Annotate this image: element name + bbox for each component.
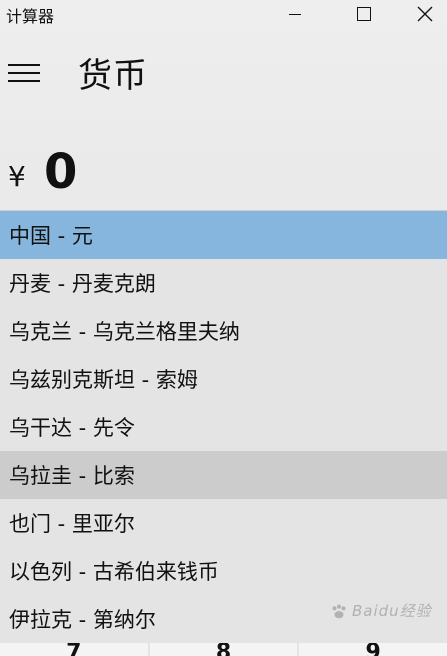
currency-option[interactable]: 乌拉圭 - 比索: [0, 451, 447, 499]
paw-icon: [332, 604, 346, 618]
currency-option[interactable]: 中国 - 元: [0, 211, 447, 259]
page-title: 货币: [78, 56, 148, 96]
currency-option[interactable]: 乌克兰 - 乌克兰格里夫纳: [0, 307, 447, 355]
close-button[interactable]: [403, 0, 447, 28]
title-bar: 计算器: [0, 0, 447, 28]
currency-dropdown-list: 中国 - 元 丹麦 - 丹麦克朗 乌克兰 - 乌克兰格里夫纳 乌兹别克斯坦 - …: [0, 210, 447, 656]
keypad-row: 7 8 9: [0, 643, 447, 656]
key-9[interactable]: 9: [299, 643, 447, 656]
app-title: 计算器: [6, 7, 55, 26]
baidu-watermark: Baidu经验: [330, 600, 432, 621]
maximize-button[interactable]: [342, 0, 386, 28]
calculator-window: 计算器 货币 ¥ 0 中国 - 元 丹麦 - 丹麦克朗 乌克兰 - 乌克兰格里夫…: [0, 0, 447, 656]
key-8[interactable]: 8: [149, 643, 298, 656]
currency-option[interactable]: 乌兹别克斯坦 - 索姆: [0, 355, 447, 403]
currency-option[interactable]: 以色列 - 古希伯来钱币: [0, 547, 447, 595]
currency-symbol: ¥: [8, 160, 26, 193]
key-7[interactable]: 7: [0, 643, 148, 656]
close-icon: [417, 6, 433, 22]
currency-option[interactable]: 乌干达 - 先令: [0, 403, 447, 451]
hamburger-menu-icon[interactable]: [8, 58, 42, 88]
maximize-icon: [357, 7, 371, 21]
value-display[interactable]: 0: [44, 144, 77, 200]
currency-option[interactable]: 也门 - 里亚尔: [0, 499, 447, 547]
minimize-button[interactable]: [273, 0, 317, 28]
currency-option[interactable]: 丹麦 - 丹麦克朗: [0, 259, 447, 307]
minimize-icon: [289, 13, 301, 15]
